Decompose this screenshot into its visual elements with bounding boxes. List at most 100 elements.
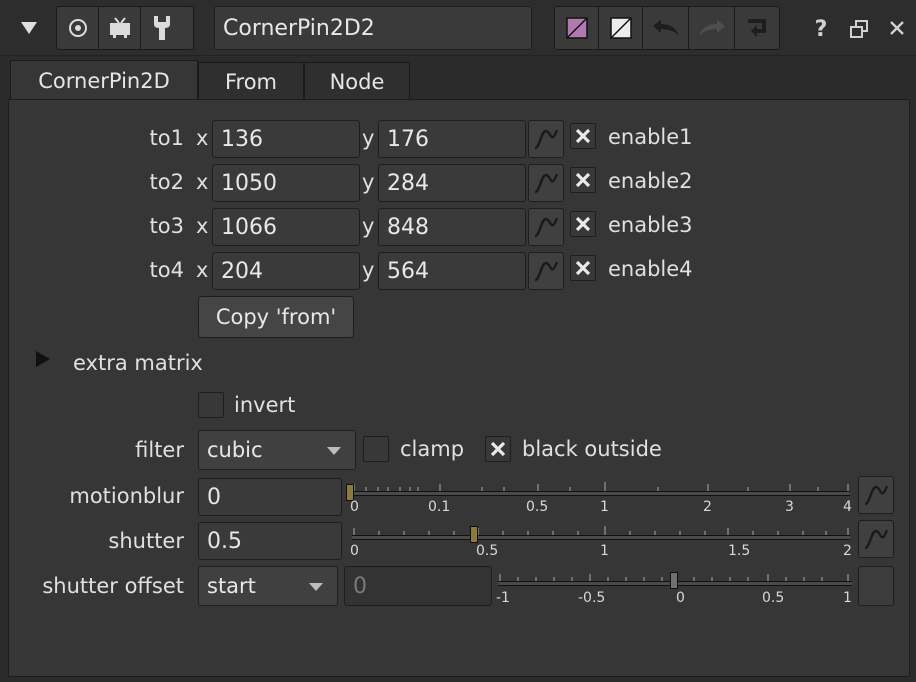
shutter-animation-button[interactable] bbox=[858, 520, 894, 558]
slider-handle[interactable] bbox=[470, 526, 478, 543]
to1-y-field[interactable]: 176 bbox=[378, 120, 526, 158]
close-button[interactable] bbox=[884, 12, 910, 44]
tick-label: 3 bbox=[785, 499, 794, 515]
to1-label: to1 bbox=[149, 126, 184, 150]
help-button[interactable]: ? bbox=[808, 12, 834, 46]
help-icon: ? bbox=[814, 16, 828, 42]
tick-label: 2 bbox=[843, 543, 852, 559]
curve-icon bbox=[534, 217, 559, 238]
thumbnail-button[interactable] bbox=[99, 7, 141, 49]
to4-x-field[interactable]: 204 bbox=[212, 252, 360, 290]
chevron-down-icon bbox=[309, 583, 323, 591]
y-axis-label: y bbox=[362, 258, 375, 282]
shutter-offset-slider[interactable]: -1 -0.5 0 0.5 1 bbox=[496, 566, 854, 606]
to2-y-field[interactable]: 284 bbox=[378, 164, 526, 202]
motionblur-slider[interactable]: 0 0.1 0.5 1 2 3 4 bbox=[346, 476, 854, 516]
copy-from-button[interactable]: Copy 'from' bbox=[198, 296, 354, 338]
to3-x-field[interactable]: 1066 bbox=[212, 208, 360, 246]
to2-animation-button[interactable] bbox=[528, 164, 564, 202]
tab-cornerpin2d[interactable]: CornerPin2D bbox=[10, 60, 198, 100]
settings-button[interactable] bbox=[141, 7, 183, 49]
redo-button[interactable] bbox=[689, 7, 735, 49]
curve-icon bbox=[534, 173, 559, 194]
y-axis-label: y bbox=[362, 170, 375, 194]
target-icon bbox=[68, 19, 87, 37]
to3-animation-button[interactable] bbox=[528, 208, 564, 246]
enable4-checkbox[interactable] bbox=[570, 255, 596, 281]
color-left-button[interactable] bbox=[555, 7, 599, 49]
tick-label: 2 bbox=[703, 499, 712, 515]
viewer-button[interactable] bbox=[57, 7, 99, 49]
y-axis-label: y bbox=[362, 214, 375, 238]
motionblur-animation-button[interactable] bbox=[858, 476, 894, 514]
shutter-offset-field[interactable]: 0 bbox=[344, 566, 492, 606]
to2-label: to2 bbox=[149, 170, 184, 194]
motionblur-field[interactable]: 0 bbox=[198, 478, 342, 516]
to4-y-field[interactable]: 564 bbox=[378, 252, 526, 290]
curve-icon bbox=[864, 485, 889, 506]
enable3-label: enable3 bbox=[608, 213, 693, 237]
clamp-checkbox[interactable] bbox=[363, 436, 389, 462]
to3-y-field[interactable]: 848 bbox=[378, 208, 526, 246]
motionblur-value: 0 bbox=[207, 484, 221, 510]
filter-dropdown[interactable]: cubic bbox=[198, 430, 356, 470]
x-axis-label: x bbox=[196, 126, 209, 150]
tab-from[interactable]: From bbox=[198, 62, 304, 100]
curve-icon bbox=[534, 261, 559, 282]
shutter-value: 0.5 bbox=[207, 528, 242, 554]
black-outside-checkbox[interactable] bbox=[485, 436, 511, 462]
color-swatch-purple-icon bbox=[565, 17, 588, 39]
float-button[interactable] bbox=[846, 14, 872, 44]
slider-handle[interactable] bbox=[670, 572, 678, 589]
shutter-offset-dropdown[interactable]: start bbox=[198, 566, 338, 606]
tab-node[interactable]: Node bbox=[304, 62, 410, 100]
enable3-checkbox[interactable] bbox=[570, 211, 596, 237]
shutter-field[interactable]: 0.5 bbox=[198, 522, 342, 560]
triangle-down-icon bbox=[21, 22, 37, 34]
tick-label: 1 bbox=[843, 590, 852, 606]
shutter-offset-mode: start bbox=[207, 574, 256, 598]
x-axis-label: x bbox=[196, 214, 209, 238]
enable1-checkbox[interactable] bbox=[570, 123, 596, 149]
to4-animation-button[interactable] bbox=[528, 252, 564, 290]
filter-label: filter bbox=[135, 438, 184, 462]
collapse-button[interactable] bbox=[12, 10, 46, 46]
revert-icon bbox=[748, 19, 766, 37]
node-name-field[interactable]: CornerPin2D2 bbox=[214, 6, 532, 50]
to1-x-field[interactable]: 136 bbox=[212, 120, 360, 158]
tick-label: 0 bbox=[350, 499, 359, 515]
float-window-icon bbox=[850, 20, 868, 38]
tick-label: 1.5 bbox=[728, 543, 751, 559]
to1-animation-button[interactable] bbox=[528, 120, 564, 158]
filter-value: cubic bbox=[207, 438, 263, 462]
wrench-icon bbox=[154, 16, 170, 40]
shutter-offset-value: 0 bbox=[353, 573, 367, 599]
tick-label: -1 bbox=[496, 590, 510, 606]
tick-label: 0 bbox=[676, 590, 685, 606]
shutter-offset-animation-button[interactable] bbox=[858, 566, 894, 606]
node-name-text: CornerPin2D2 bbox=[223, 15, 375, 41]
undo-button[interactable] bbox=[643, 7, 689, 49]
x-axis-label: x bbox=[196, 258, 209, 282]
copy-from-label: Copy 'from' bbox=[215, 305, 337, 329]
enable2-label: enable2 bbox=[608, 169, 693, 193]
check-x-icon bbox=[575, 260, 591, 276]
revert-button[interactable] bbox=[735, 7, 779, 49]
tab-label: Node bbox=[329, 69, 385, 94]
enable2-checkbox[interactable] bbox=[570, 167, 596, 193]
color-right-button[interactable] bbox=[599, 7, 643, 49]
y-axis-label: y bbox=[362, 126, 375, 150]
tick-label: 4 bbox=[843, 499, 852, 515]
close-icon bbox=[890, 21, 904, 35]
curve-icon bbox=[534, 129, 559, 150]
shutter-offset-label: shutter offset bbox=[42, 574, 184, 598]
to2-x-value: 1050 bbox=[221, 170, 277, 196]
check-x-icon bbox=[575, 216, 591, 232]
extra-matrix-toggle[interactable] bbox=[36, 348, 56, 370]
shutter-slider[interactable]: 0 0.5 1 1.5 2 bbox=[348, 520, 854, 560]
node-toolbar-left bbox=[56, 6, 194, 50]
triangle-right-icon bbox=[36, 351, 50, 367]
clamp-label: clamp bbox=[400, 437, 465, 461]
to2-x-field[interactable]: 1050 bbox=[212, 164, 360, 202]
invert-checkbox[interactable] bbox=[198, 392, 224, 418]
